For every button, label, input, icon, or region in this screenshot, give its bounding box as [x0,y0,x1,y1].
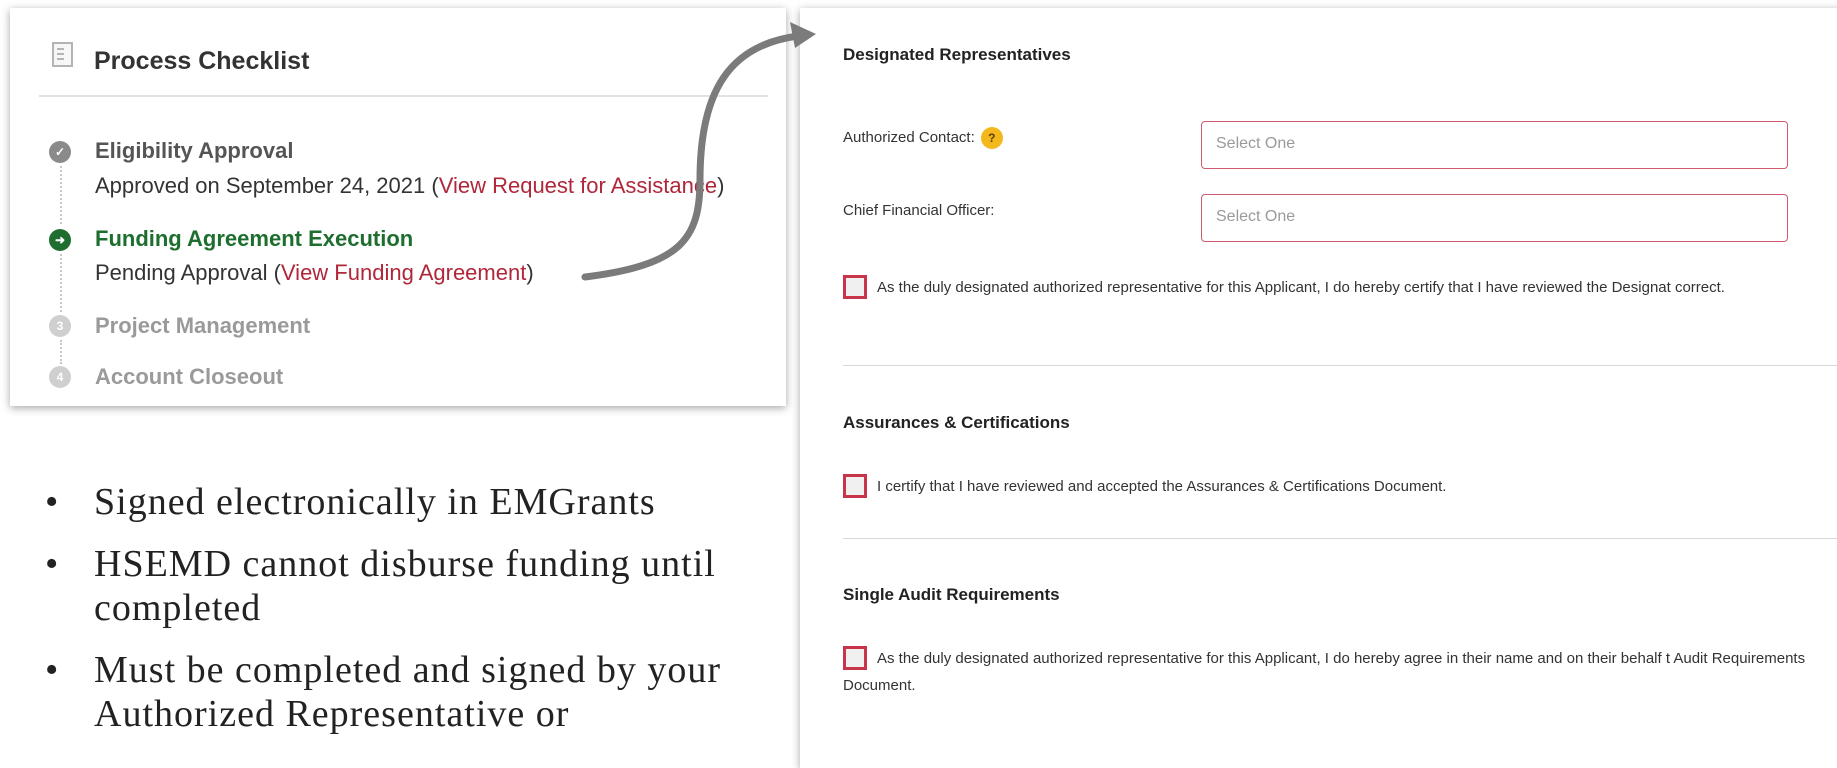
section-title-designated-representatives: Designated Representatives [843,45,1071,64]
cfo-label: Chief Financial Officer: [843,202,995,219]
step-4-icon: 4 [49,366,71,388]
step-3-icon: 3 [49,315,71,337]
help-icon[interactable]: ? [980,127,1003,149]
bullet-list: Signed electronically in EMGrants HSEMD … [45,480,775,754]
paren-close: ) [717,173,725,198]
step-connector [60,166,62,224]
step-subtext: Approved on September 24, 2021 (View Req… [95,173,724,199]
checklist-title: Process Checklist [94,47,310,75]
step-title: Account Closeout [95,364,284,389]
bullet-item: Must be completed and signed by your Aut… [45,648,775,736]
assurances-certify-checkbox[interactable] [843,474,867,499]
funding-agreement-form: Designated Representatives Authorized Co… [800,8,1837,768]
document-icon [52,42,73,67]
designated-certify-row: As the duly designated authorized repres… [843,274,1837,301]
section-title-single-audit: Single Audit Requirements [843,585,1060,604]
cfo-select[interactable]: Select One [1201,194,1788,242]
checklist-header: Process Checklist [39,8,768,97]
authorized-contact-label: Authorized Contact:? [843,127,1003,149]
designated-certify-text: As the duly designated authorized repres… [877,279,1725,296]
audit-certify-text: As the duly designated authorized repres… [843,650,1806,694]
step-subtext: Pending Approval (View Funding Agreement… [95,260,534,286]
assurances-certify-row: I certify that I have reviewed and accep… [843,473,1837,500]
section-title-assurances: Assurances & Certifications [843,413,1070,432]
bullet-item: Signed electronically in EMGrants [45,480,775,524]
section-divider [843,538,1837,539]
audit-certify-checkbox[interactable] [843,646,867,671]
authorized-contact-select[interactable]: Select One [1201,121,1788,169]
bullet-item: HSEMD cannot disburse funding until comp… [45,542,775,630]
paren-close: ) [526,260,534,285]
step-title: Eligibility Approval [95,138,294,163]
view-funding-agreement-link[interactable]: View Funding Agreement [281,260,526,285]
step-title: Project Management [95,313,311,338]
assurances-certify-text: I certify that I have reviewed and accep… [877,478,1447,495]
section-divider [843,365,1837,366]
step-status-text: Pending Approval ( [95,260,281,285]
arrow-right-circle-icon: ➜ [49,229,71,251]
step-connector [60,254,62,312]
audit-certify-row: As the duly designated authorized repres… [843,645,1837,699]
step-status-text: Approved on September 24, 2021 ( [95,173,439,198]
step-connector [60,340,62,364]
check-circle-icon: ✓ [49,141,71,163]
designated-certify-checkbox[interactable] [843,275,867,300]
authorized-contact-label-text: Authorized Contact: [843,128,975,146]
step-title: Funding Agreement Execution [95,226,414,251]
view-request-link[interactable]: View Request for Assistance [439,173,717,198]
process-checklist-card: Process Checklist ✓ Eligibility Approval… [10,8,786,406]
